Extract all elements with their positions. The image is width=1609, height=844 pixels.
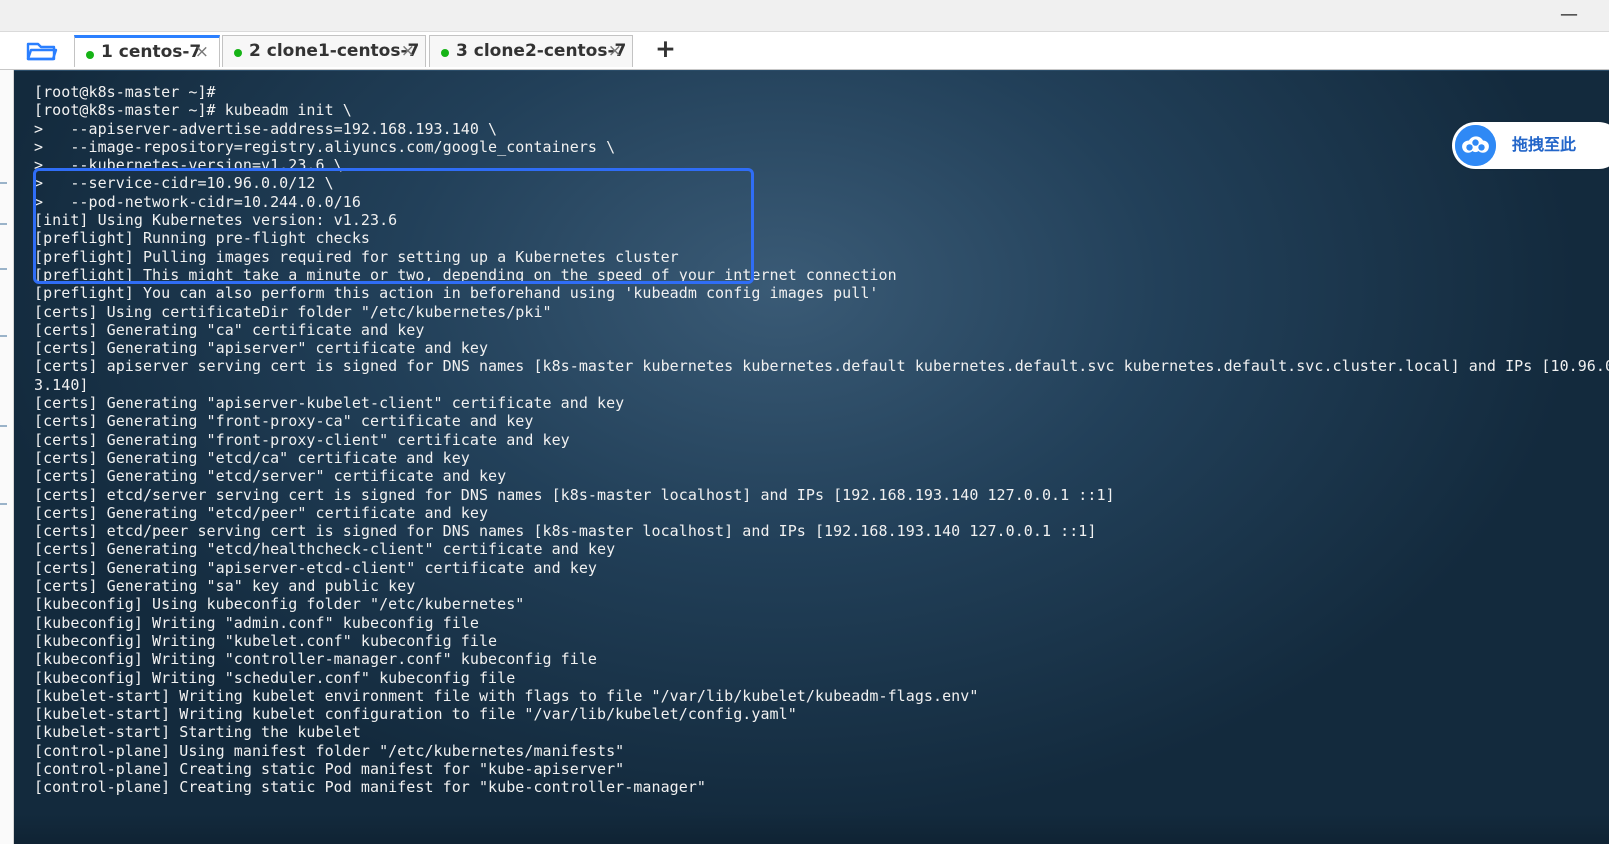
sidebar-marker <box>0 223 7 225</box>
terminal-line: [certs] Generating "ca" certificate and … <box>34 320 425 339</box>
sidebar-marker <box>0 503 7 505</box>
left-sidebar-edge <box>0 70 14 844</box>
terminal-line: [control-plane] Creating static Pod mani… <box>34 778 706 797</box>
sidebar-marker <box>0 268 7 270</box>
terminal-bottom-shade <box>14 814 1609 844</box>
terminal-line: [kubeconfig] Writing "controller-manager… <box>34 650 598 669</box>
terminal-line: [kubeconfig] Writing "admin.conf" kubeco… <box>34 613 479 632</box>
terminal-line: [certs] Generating "etcd/peer" certifica… <box>34 503 489 522</box>
terminal-line: [certs] Using certificateDir folder "/et… <box>34 302 552 321</box>
folder-open-icon[interactable] <box>26 39 58 63</box>
online-status-dot <box>234 49 242 57</box>
terminal-line: [certs] Generating "sa" key and public k… <box>34 577 416 596</box>
tab-clone2-centos-7[interactable]: 3 clone2-centos-7 × <box>429 35 633 67</box>
terminal-line: [certs] Generating "front-proxy-client" … <box>34 430 570 449</box>
terminal-line: [kubelet-start] Writing kubelet environm… <box>34 686 979 705</box>
terminal-line: > --apiserver-advertise-address=192.168.… <box>34 119 498 138</box>
terminal-line: [certs] Generating "apiserver" certifica… <box>34 339 489 358</box>
terminal-line: [kubelet-start] Writing kubelet configur… <box>34 705 797 724</box>
close-icon[interactable]: × <box>195 38 209 66</box>
terminal-line: [root@k8s-master ~]# <box>34 83 216 101</box>
command-highlight-box <box>33 168 754 284</box>
terminal-line: [kubelet-start] Starting the kubelet <box>34 723 361 742</box>
baidu-netdisk-icon <box>1455 125 1496 166</box>
terminal-line: [preflight] You can also perform this ac… <box>34 284 879 303</box>
minimize-button[interactable]: — <box>1559 5 1579 25</box>
add-tab-button[interactable]: + <box>655 36 676 61</box>
terminal-line: [certs] Generating "apiserver-kubelet-cl… <box>34 394 625 413</box>
window-title-bar: — <box>0 0 1609 31</box>
terminal-line: [control-plane] Using manifest folder "/… <box>34 741 625 760</box>
sidebar-marker <box>0 182 7 184</box>
tab-clone1-centos-7[interactable]: 2 clone1-centos-7 × <box>222 35 426 67</box>
terminal-line: [kubeconfig] Using kubeconfig folder "/e… <box>34 595 525 614</box>
terminal-line: [kubeconfig] Writing "kubelet.conf" kube… <box>34 631 498 650</box>
close-icon[interactable]: × <box>401 36 415 66</box>
online-status-dot <box>86 51 94 59</box>
terminal-line: [root@k8s-master ~]# kubeadm init \ <box>34 101 352 120</box>
sidebar-marker <box>0 335 7 337</box>
terminal-line: [certs] apiserver serving cert is signed… <box>34 357 1609 376</box>
terminal-line: [certs] Generating "etcd/healthcheck-cli… <box>34 540 616 559</box>
sidebar-marker <box>0 425 7 427</box>
terminal-line: [certs] Generating "etcd/server" certifi… <box>34 467 507 486</box>
terminal-line: > --image-repository=registry.aliyuncs.c… <box>34 137 616 156</box>
terminal-line: [certs] Generating "front-proxy-ca" cert… <box>34 412 534 431</box>
tab-label: 1 centos-7 <box>101 42 202 62</box>
online-status-dot <box>441 49 449 57</box>
baidu-drop-label: 拖拽至此 <box>1512 135 1577 154</box>
terminal-line: 3.140] <box>34 375 89 394</box>
terminal-line: [certs] Generating "apiserver-etcd-clien… <box>34 558 598 577</box>
terminal-line: [certs] etcd/peer serving cert is signed… <box>34 522 1097 541</box>
tab-label: 3 clone2-centos-7 <box>456 41 627 61</box>
terminal-app-window: — 1 centos-7 × 2 clone1-centos-7 × 3 clo… <box>0 0 1609 844</box>
tab-centos-7[interactable]: 1 centos-7 × <box>74 35 220 67</box>
tab-label: 2 clone1-centos-7 <box>249 41 420 61</box>
close-icon[interactable]: × <box>608 36 622 66</box>
terminal-line: [certs] etcd/server serving cert is sign… <box>34 485 1115 504</box>
terminal-line: [control-plane] Creating static Pod mani… <box>34 759 625 778</box>
baidu-drop-target[interactable]: 拖拽至此 <box>1452 122 1609 169</box>
terminal-line: [kubeconfig] Writing "scheduler.conf" ku… <box>34 668 516 687</box>
terminal-panel[interactable]: [root@k8s-master ~]# [root@k8s-master ~]#… <box>14 70 1609 844</box>
terminal-line: [certs] Generating "etcd/ca" certificate… <box>34 448 470 467</box>
